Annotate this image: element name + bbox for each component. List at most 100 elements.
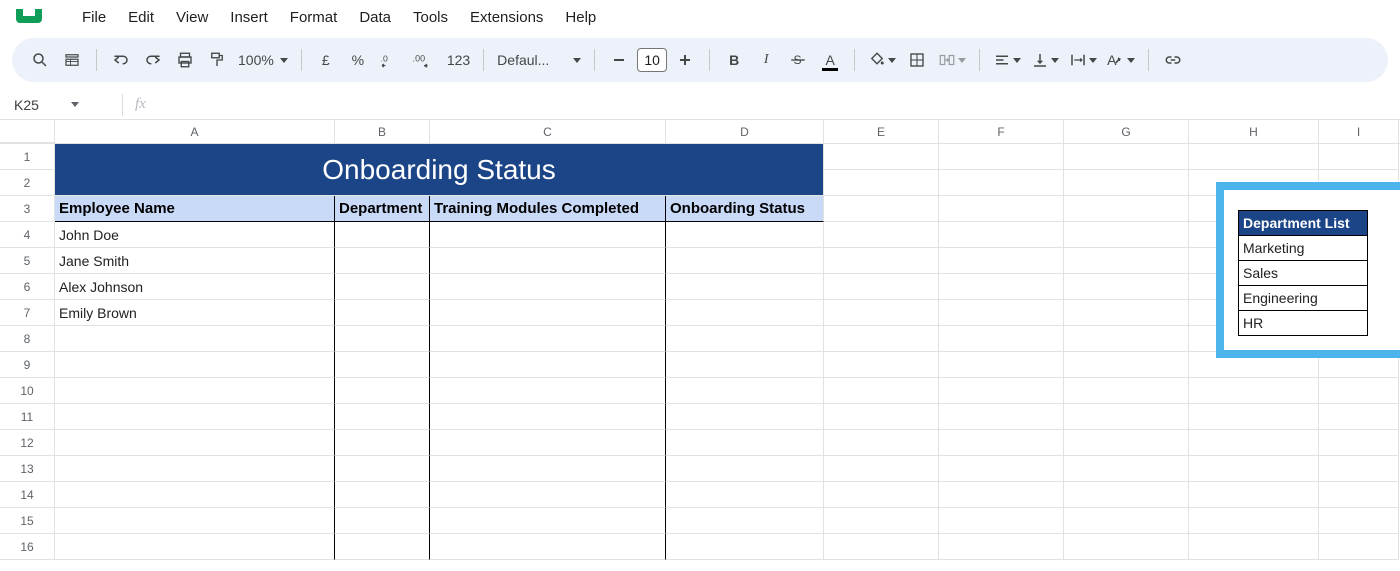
cell[interactable]	[824, 248, 939, 274]
zoom-dropdown[interactable]: 100%	[235, 46, 291, 74]
cell[interactable]	[666, 300, 824, 326]
cell[interactable]	[939, 248, 1064, 274]
cell[interactable]	[335, 378, 430, 404]
department-list-item[interactable]: Marketing	[1239, 236, 1368, 261]
menu-extensions[interactable]: Extensions	[460, 5, 553, 30]
table-header-employee-name[interactable]: Employee Name	[55, 196, 335, 222]
paint-format-icon[interactable]	[203, 46, 231, 74]
cell[interactable]	[666, 352, 824, 378]
select-all-corner[interactable]	[0, 120, 55, 143]
cell[interactable]	[1319, 508, 1399, 534]
decrease-decimal-button[interactable]: .0	[376, 46, 404, 74]
cell[interactable]	[1064, 378, 1189, 404]
cell[interactable]	[824, 326, 939, 352]
cell[interactable]	[666, 508, 824, 534]
cell[interactable]	[939, 534, 1064, 560]
row-header-10[interactable]: 10	[0, 378, 55, 404]
redo-icon[interactable]	[139, 46, 167, 74]
cell[interactable]	[666, 274, 824, 300]
cell[interactable]	[939, 352, 1064, 378]
cell[interactable]	[1064, 456, 1189, 482]
cell-employee-name[interactable]: John Doe	[55, 222, 335, 248]
row-header-14[interactable]: 14	[0, 482, 55, 508]
cell[interactable]	[1064, 534, 1189, 560]
cell[interactable]	[55, 430, 335, 456]
cell[interactable]	[666, 222, 824, 248]
department-list-header[interactable]: Department List	[1239, 211, 1368, 236]
row-header-8[interactable]: 8	[0, 326, 55, 352]
table-header-department[interactable]: Department	[335, 196, 430, 222]
cell[interactable]	[824, 170, 939, 196]
menu-data[interactable]: Data	[349, 5, 401, 30]
cell[interactable]	[335, 404, 430, 430]
fill-color-button[interactable]	[865, 46, 899, 74]
row-header-15[interactable]: 15	[0, 508, 55, 534]
cell[interactable]	[1189, 378, 1319, 404]
cell-title-merged[interactable]: Onboarding Status	[55, 144, 824, 196]
cell[interactable]	[430, 248, 666, 274]
col-header-E[interactable]: E	[824, 120, 939, 143]
menu-edit[interactable]: Edit	[118, 5, 164, 30]
row-header-12[interactable]: 12	[0, 430, 55, 456]
row-header-16[interactable]: 16	[0, 534, 55, 560]
cell[interactable]	[666, 534, 824, 560]
cell[interactable]	[1189, 482, 1319, 508]
cell[interactable]	[666, 404, 824, 430]
menu-insert[interactable]: Insert	[220, 5, 278, 30]
cell[interactable]	[1064, 482, 1189, 508]
cell[interactable]	[1064, 144, 1189, 170]
cell[interactable]	[1064, 352, 1189, 378]
cell[interactable]	[666, 378, 824, 404]
cell[interactable]	[824, 482, 939, 508]
cell[interactable]	[824, 144, 939, 170]
col-header-H[interactable]: H	[1189, 120, 1319, 143]
cell[interactable]	[939, 222, 1064, 248]
col-header-B[interactable]: B	[335, 120, 430, 143]
cell[interactable]	[824, 404, 939, 430]
cell[interactable]	[1064, 508, 1189, 534]
cell[interactable]	[939, 508, 1064, 534]
cell[interactable]	[666, 248, 824, 274]
col-header-D[interactable]: D	[666, 120, 824, 143]
row-header-11[interactable]: 11	[0, 404, 55, 430]
menu-format[interactable]: Format	[280, 5, 348, 30]
cell[interactable]	[1189, 456, 1319, 482]
cell[interactable]	[824, 430, 939, 456]
cell[interactable]	[1064, 404, 1189, 430]
cell[interactable]	[335, 274, 430, 300]
cell[interactable]	[1319, 378, 1399, 404]
menu-view[interactable]: View	[166, 5, 218, 30]
filter-views-icon[interactable]	[58, 46, 86, 74]
font-size-input[interactable]: 10	[637, 48, 667, 72]
cell[interactable]	[335, 430, 430, 456]
cell[interactable]	[55, 534, 335, 560]
department-list-item[interactable]: Sales	[1239, 261, 1368, 286]
text-color-button[interactable]: A	[816, 46, 844, 74]
cell[interactable]	[824, 196, 939, 222]
department-list-item[interactable]: HR	[1239, 311, 1368, 336]
cell[interactable]	[430, 274, 666, 300]
cell[interactable]	[55, 352, 335, 378]
cell[interactable]	[1319, 144, 1399, 170]
cell[interactable]	[430, 326, 666, 352]
cell[interactable]	[1064, 170, 1189, 196]
row-header-7[interactable]: 7	[0, 300, 55, 326]
merge-cells-button[interactable]	[935, 46, 969, 74]
undo-icon[interactable]	[107, 46, 135, 74]
cell[interactable]	[335, 222, 430, 248]
cell[interactable]	[335, 456, 430, 482]
cell[interactable]	[55, 508, 335, 534]
format-percent-button[interactable]: %	[344, 46, 372, 74]
cell[interactable]	[824, 222, 939, 248]
increase-font-size-button[interactable]	[671, 46, 699, 74]
row-header-3[interactable]: 3	[0, 196, 55, 222]
cell[interactable]	[1064, 326, 1189, 352]
cell[interactable]	[1319, 456, 1399, 482]
text-rotate-button[interactable]: A	[1104, 46, 1137, 74]
cell[interactable]	[1189, 508, 1319, 534]
cell[interactable]	[1319, 430, 1399, 456]
cell[interactable]	[824, 352, 939, 378]
cell[interactable]	[335, 482, 430, 508]
cell[interactable]	[430, 352, 666, 378]
cell[interactable]	[55, 326, 335, 352]
